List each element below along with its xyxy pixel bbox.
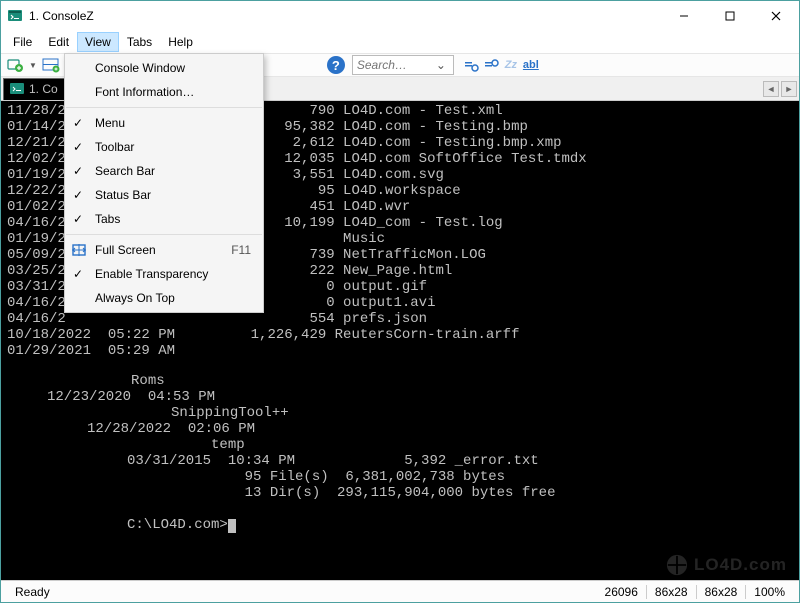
menu-enable-transparency[interactable]: ✓Enable Transparency [65, 262, 263, 286]
search-next-button[interactable] [482, 56, 500, 74]
window-title: 1. ConsoleZ [29, 9, 661, 23]
menu-accelerator: F11 [231, 243, 251, 257]
app-icon [7, 8, 23, 24]
status-size-1: 86x28 [647, 585, 696, 599]
menu-file[interactable]: File [5, 32, 40, 52]
titlebar: 1. ConsoleZ [1, 1, 799, 31]
tab-scroll-right[interactable]: ► [781, 81, 797, 97]
check-icon: ✓ [73, 164, 83, 178]
menu-font-information[interactable]: Font Information… [65, 80, 263, 104]
check-icon: ✓ [73, 212, 83, 226]
status-pid: 26096 [597, 585, 646, 599]
menu-toggle-statusbar[interactable]: ✓Status Bar [65, 183, 263, 207]
menu-always-on-top[interactable]: Always On Top [65, 286, 263, 310]
menu-full-screen[interactable]: Full Screen F11 [65, 238, 263, 262]
console-icon [10, 82, 24, 96]
status-ready: Ready [7, 585, 58, 599]
whole-word-button[interactable]: abl [522, 56, 540, 74]
maximize-button[interactable] [707, 1, 753, 31]
status-size-2: 86x28 [697, 585, 746, 599]
menu-toggle-searchbar[interactable]: ✓Search Bar [65, 159, 263, 183]
close-button[interactable] [753, 1, 799, 31]
menu-toggle-menu[interactable]: ✓Menu [65, 111, 263, 135]
menu-toggle-toolbar[interactable]: ✓Toolbar [65, 135, 263, 159]
tab-label: 1. Co [29, 82, 58, 96]
dropdown-arrow-icon[interactable]: ▼ [29, 61, 37, 70]
status-zoom: 100% [746, 585, 793, 599]
minimize-button[interactable] [661, 1, 707, 31]
match-case-button[interactable]: Zz [502, 56, 520, 74]
search-prev-button[interactable] [462, 56, 480, 74]
search-dropdown-icon[interactable]: ⌄ [435, 58, 447, 72]
view-dropdown: Console Window Font Information… ✓Menu ✓… [64, 53, 264, 313]
tab-console[interactable]: 1. Co [3, 78, 69, 100]
menubar: File Edit View Tabs Help [1, 31, 799, 53]
menu-console-window[interactable]: Console Window [65, 56, 263, 80]
fullscreen-icon [71, 242, 87, 258]
help-button[interactable]: ? [326, 55, 346, 75]
menu-help[interactable]: Help [160, 32, 201, 52]
check-icon: ✓ [73, 188, 83, 202]
menu-edit[interactable]: Edit [40, 32, 77, 52]
search-input[interactable] [355, 57, 435, 73]
menu-view[interactable]: View [77, 32, 119, 52]
statusbar: Ready 26096 86x28 86x28 100% [1, 580, 799, 602]
help-icon: ? [327, 56, 345, 74]
search-box[interactable]: ⌄ [352, 55, 454, 75]
menu-tabs[interactable]: Tabs [119, 32, 160, 52]
check-icon: ✓ [73, 140, 83, 154]
tab-scroll-left[interactable]: ◄ [763, 81, 779, 97]
menu-toggle-tabs[interactable]: ✓Tabs [65, 207, 263, 231]
check-icon: ✓ [73, 116, 83, 130]
new-tab-button[interactable] [5, 55, 25, 75]
split-horizontal-button[interactable] [41, 55, 61, 75]
check-icon: ✓ [73, 267, 83, 281]
